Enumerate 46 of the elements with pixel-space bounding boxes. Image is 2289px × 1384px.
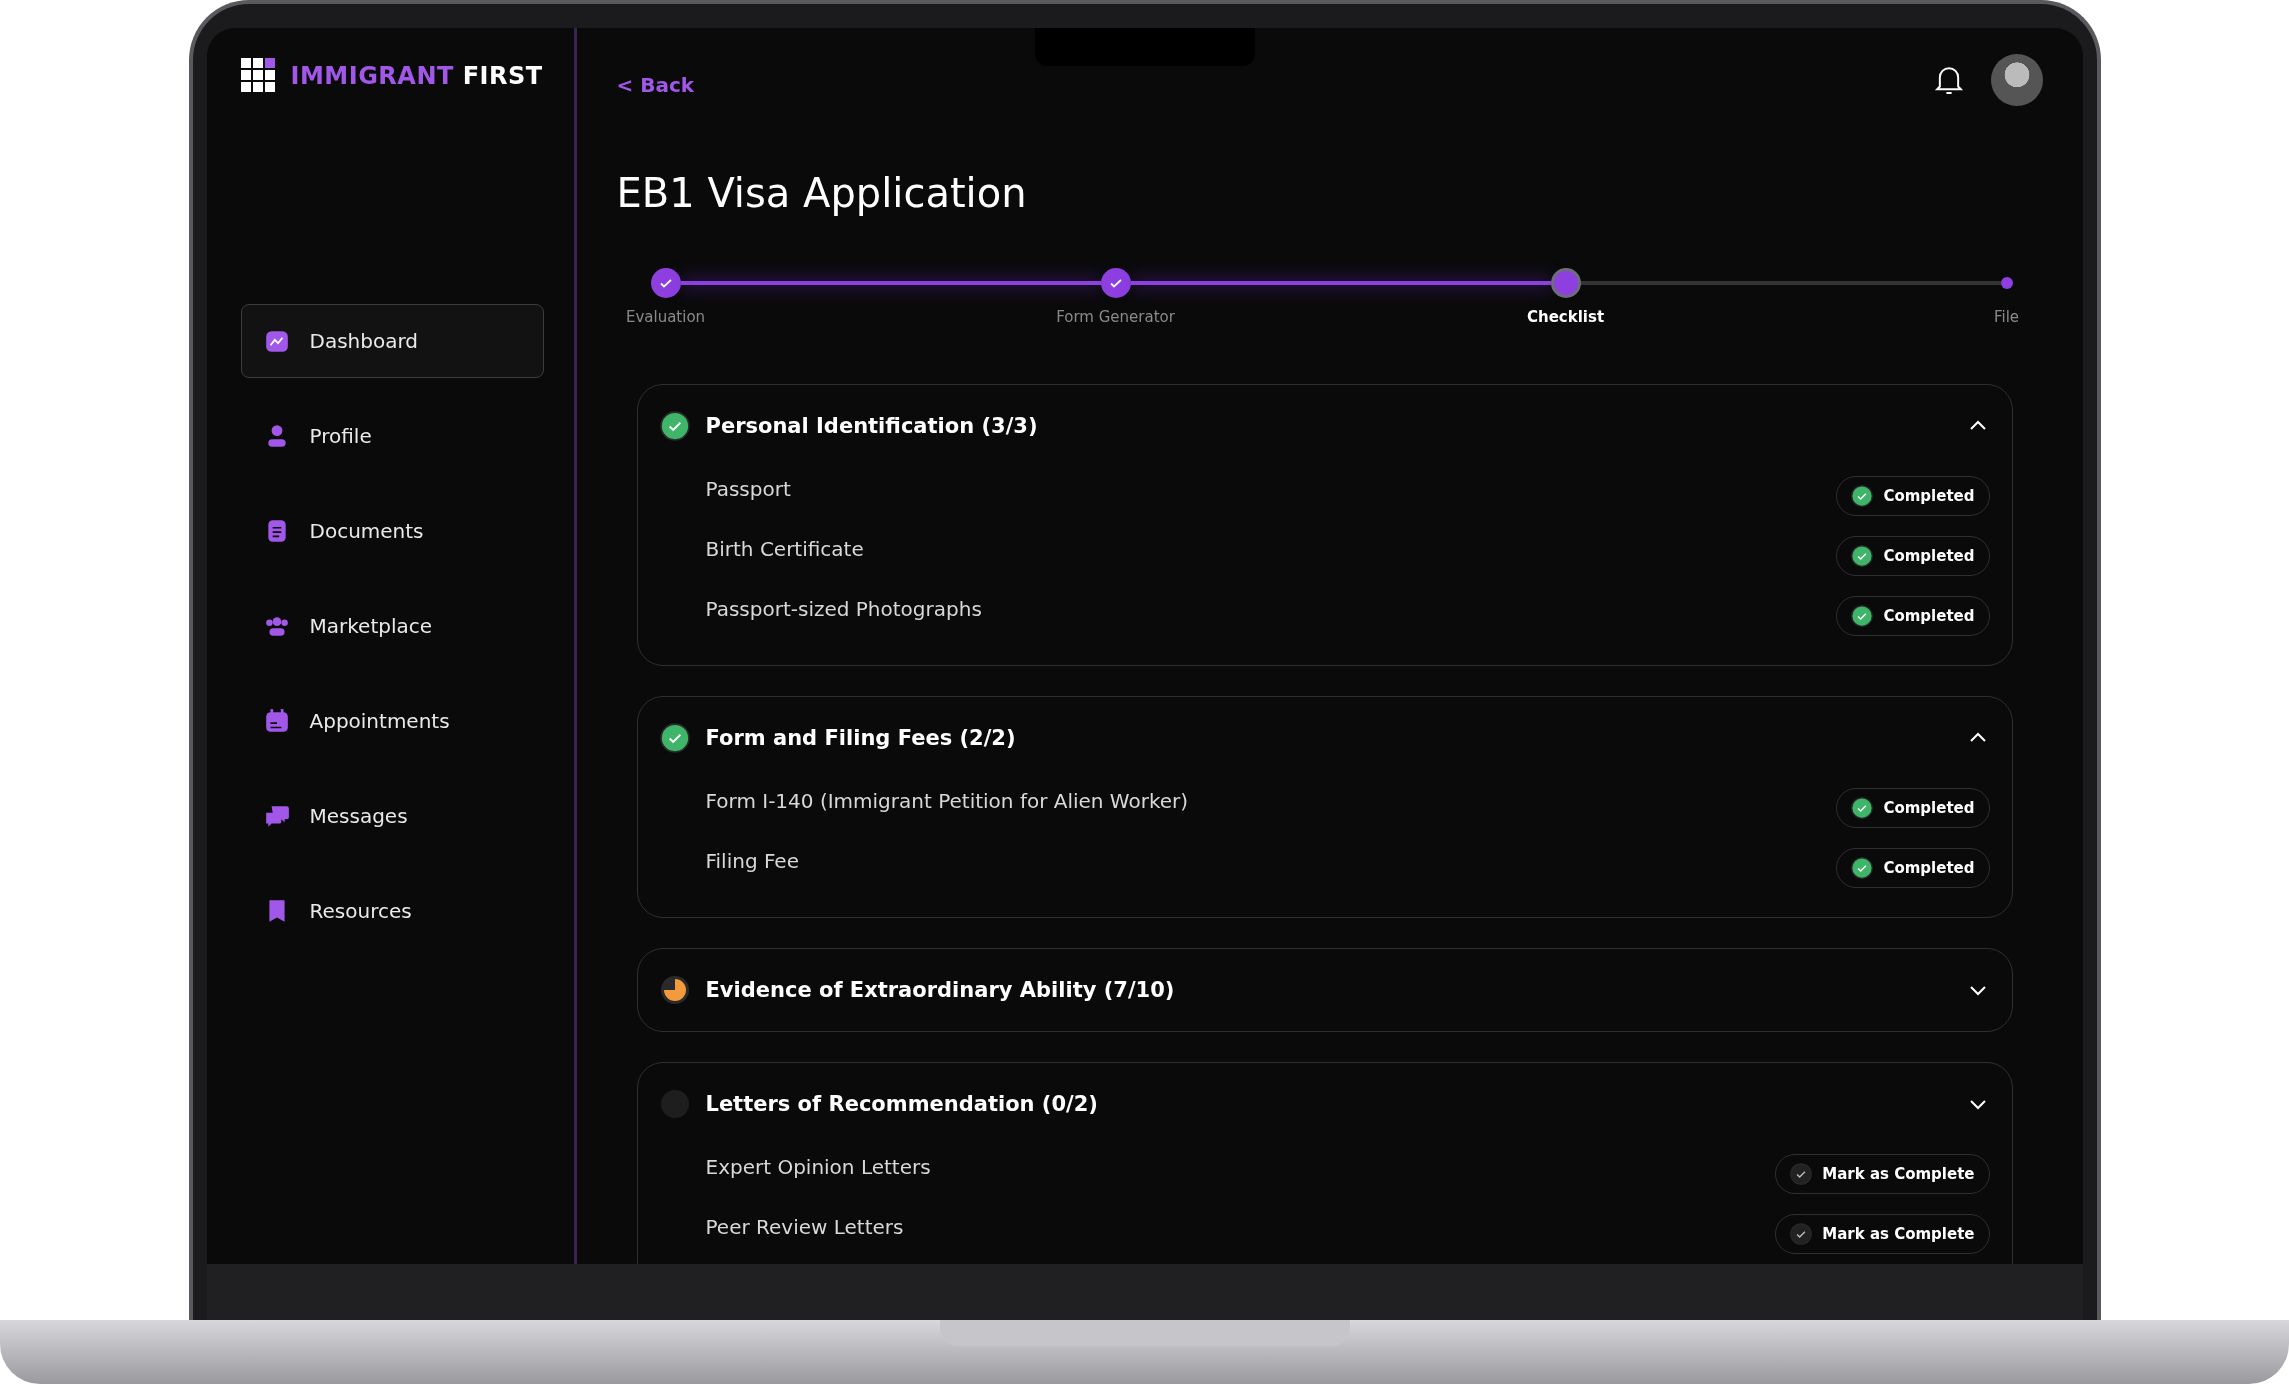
mark-complete-button[interactable]: Mark as Complete <box>1775 1154 1990 1194</box>
section-title: Personal Identification (3/3) <box>705 414 1039 438</box>
sidebar-item[interactable]: Appointments <box>240 684 544 758</box>
avatar[interactable] <box>1990 54 2043 106</box>
check-circle-icon <box>1851 857 1874 879</box>
checklist-item: Expert Opinion Letters <box>705 1155 931 1179</box>
completed-status-button[interactable]: Completed <box>1836 848 1990 888</box>
step-label: Checklist <box>1526 308 1605 326</box>
section-title: Form and Filing Fees (2/2) <box>705 726 1017 750</box>
check-circle-icon <box>1790 1223 1813 1245</box>
sidebar-item[interactable]: Profile <box>240 399 544 473</box>
chart-icon <box>263 328 290 354</box>
checklist-item: Birth Certificate <box>705 537 864 561</box>
page-title: EB1 Visa Application <box>616 170 1028 216</box>
section-title: Evidence of Extraordinary Ability (7/10) <box>705 978 1176 1002</box>
check-circle-icon <box>1851 485 1874 507</box>
step-label: Evaluation <box>625 308 706 326</box>
check-circle-icon <box>1851 797 1874 819</box>
mark-complete-button[interactable]: Mark as Complete <box>1775 1214 1990 1254</box>
completed-status-button[interactable]: Completed <box>1836 788 1990 828</box>
completed-status-button[interactable]: Completed <box>1836 476 1990 516</box>
chat-icon <box>263 803 290 829</box>
checklist-item: Passport <box>705 477 791 501</box>
check-circle-icon <box>659 411 690 441</box>
step-label: Form Generator <box>1056 308 1175 326</box>
completed-status-button[interactable]: Completed <box>1836 536 1990 576</box>
sidebar-item[interactable]: Documents <box>240 494 544 568</box>
grid-logo-icon <box>240 58 277 94</box>
brand-name: IMMIGRANT FIRST <box>290 62 543 90</box>
calendar-icon <box>263 708 290 734</box>
check-circle-icon <box>1790 1163 1813 1185</box>
check-circle-icon <box>1851 545 1874 567</box>
sidebar-item[interactable]: Resources <box>240 874 544 948</box>
checklist-item: Passport-sized Photographs <box>705 597 982 621</box>
sidebar-item[interactable]: Dashboard <box>240 304 544 378</box>
checklist-item: Form I-140 (Immigrant Petition for Alien Worker) <box>705 789 1189 813</box>
sidebar-item[interactable]: Messages <box>240 779 544 853</box>
check-circle-icon <box>1851 605 1874 627</box>
step-label: File <box>1993 308 2020 326</box>
section-title: Letters of Recommendation (0/2) <box>705 1092 1099 1116</box>
checklist-item: Filing Fee <box>705 849 799 873</box>
completed-status-button[interactable]: Completed <box>1836 596 1990 636</box>
sidebar-item[interactable]: Marketplace <box>240 589 544 663</box>
back-link[interactable]: < Back <box>616 73 695 97</box>
checklist-item: Peer Review Letters <box>705 1215 904 1239</box>
check-circle-icon <box>659 723 690 753</box>
